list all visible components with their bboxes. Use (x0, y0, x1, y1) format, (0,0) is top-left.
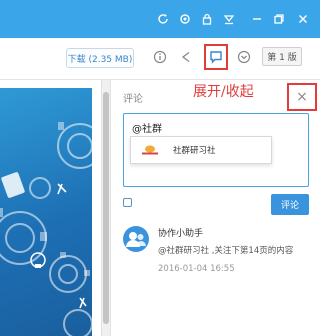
lock-icon[interactable] (200, 12, 214, 26)
comment-input-value: @社群 (132, 124, 162, 135)
group-logo-icon (141, 144, 159, 156)
comment-text: @社群研习社 ,关注下第14页的内容 (158, 246, 294, 256)
comment-item: 协作小助手 @社群研习社 ,关注下第14页的内容 2016-01-04 16:5… (123, 226, 313, 286)
document-area[interactable] (0, 80, 101, 336)
panel-title: 评论 (123, 94, 143, 105)
dropdown-icon[interactable] (222, 12, 236, 26)
comment-toggle-button[interactable] (204, 44, 228, 70)
download-button[interactable]: 下载 (2.35 MB) (66, 48, 134, 68)
expand-collapse-annotation: 展开/收起 (193, 84, 254, 100)
settings-icon[interactable] (178, 12, 192, 26)
document-page-preview (0, 88, 92, 336)
chevron-down-icon[interactable] (236, 49, 252, 65)
minimize-icon[interactable] (250, 12, 264, 26)
document-scrollbar[interactable] (101, 80, 110, 336)
close-icon: × (296, 89, 308, 105)
mention-suggestion-item[interactable]: 社群研习社 (130, 136, 272, 164)
comment-author[interactable]: 协作小助手 (158, 226, 203, 239)
toolbar: 下载 (2.35 MB) 第 1 版 (0, 38, 320, 80)
refresh-icon[interactable] (156, 12, 170, 26)
close-panel-button[interactable]: × (287, 83, 317, 111)
share-icon[interactable] (178, 49, 194, 65)
comment-panel: 评论 展开/收起 × @社群 社群研习社 评论 协作小助手 @社群研习社 ,关注… (110, 80, 320, 336)
comment-textarea[interactable]: @社群 社群研习社 (123, 113, 309, 187)
submit-comment-button[interactable]: 评论 (271, 194, 309, 215)
emoji-icon[interactable] (123, 198, 132, 207)
comment-icon (210, 51, 222, 64)
close-window-icon[interactable] (296, 12, 310, 26)
scrollbar-thumb[interactable] (103, 92, 109, 324)
avatar[interactable] (123, 226, 149, 252)
title-bar (0, 0, 320, 38)
comment-timestamp: 2016-01-04 16:55 (158, 264, 235, 274)
version-badge[interactable]: 第 1 版 (262, 47, 302, 66)
restore-icon[interactable] (272, 12, 286, 26)
info-icon[interactable] (152, 49, 168, 65)
mention-suggestion-name: 社群研习社 (173, 146, 216, 156)
